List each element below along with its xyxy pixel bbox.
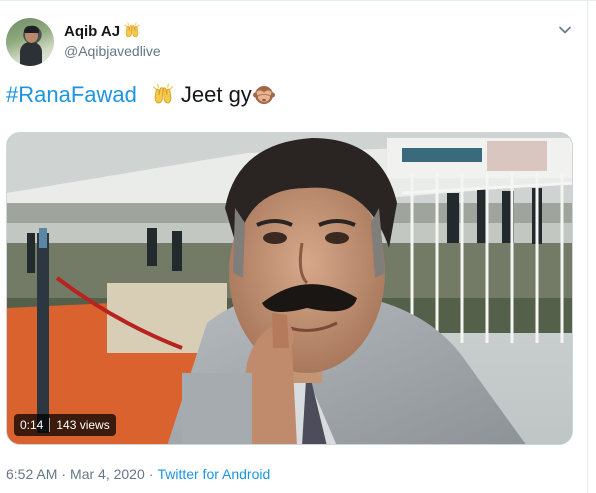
tweet-source-link[interactable]: Twitter for Android bbox=[157, 466, 270, 482]
avatar-body-shape bbox=[20, 42, 42, 66]
column-border bbox=[587, 0, 588, 493]
video-stats-badge: 0:14 143 views bbox=[14, 414, 116, 436]
meta-separator: · bbox=[148, 466, 154, 482]
hashtag-link[interactable]: #RanaFawad bbox=[6, 81, 137, 109]
author-name-row[interactable]: Aqib AJ bbox=[64, 22, 141, 40]
avatar[interactable] bbox=[6, 18, 54, 66]
user-handle[interactable]: @Aqibjavedlive bbox=[64, 43, 161, 59]
video-player[interactable] bbox=[6, 132, 573, 445]
badge-divider bbox=[49, 418, 51, 432]
timeline-divider bbox=[0, 0, 596, 6]
tweet-time[interactable]: 6:52 AM bbox=[6, 466, 57, 482]
video-views: 143 views bbox=[56, 418, 110, 432]
chevron-down-icon[interactable] bbox=[557, 22, 573, 38]
see-no-evil-monkey-icon bbox=[252, 83, 276, 107]
meta-separator: · bbox=[61, 466, 67, 482]
raising-hands-icon bbox=[151, 83, 175, 107]
video-frame bbox=[7, 133, 572, 444]
tweet-body-text: Jeet gy bbox=[180, 82, 252, 107]
raising-hands-icon bbox=[123, 22, 141, 40]
avatar-hair-shape bbox=[24, 26, 39, 33]
tweet-metadata: 6:52 AM · Mar 4, 2020 · Twitter for Andr… bbox=[6, 466, 270, 482]
display-name[interactable]: Aqib AJ bbox=[64, 23, 120, 40]
video-duration: 0:14 bbox=[20, 418, 44, 432]
tweet-text: #RanaFawad Jeet gy bbox=[6, 81, 276, 109]
tweet-date[interactable]: Mar 4, 2020 bbox=[70, 466, 145, 482]
